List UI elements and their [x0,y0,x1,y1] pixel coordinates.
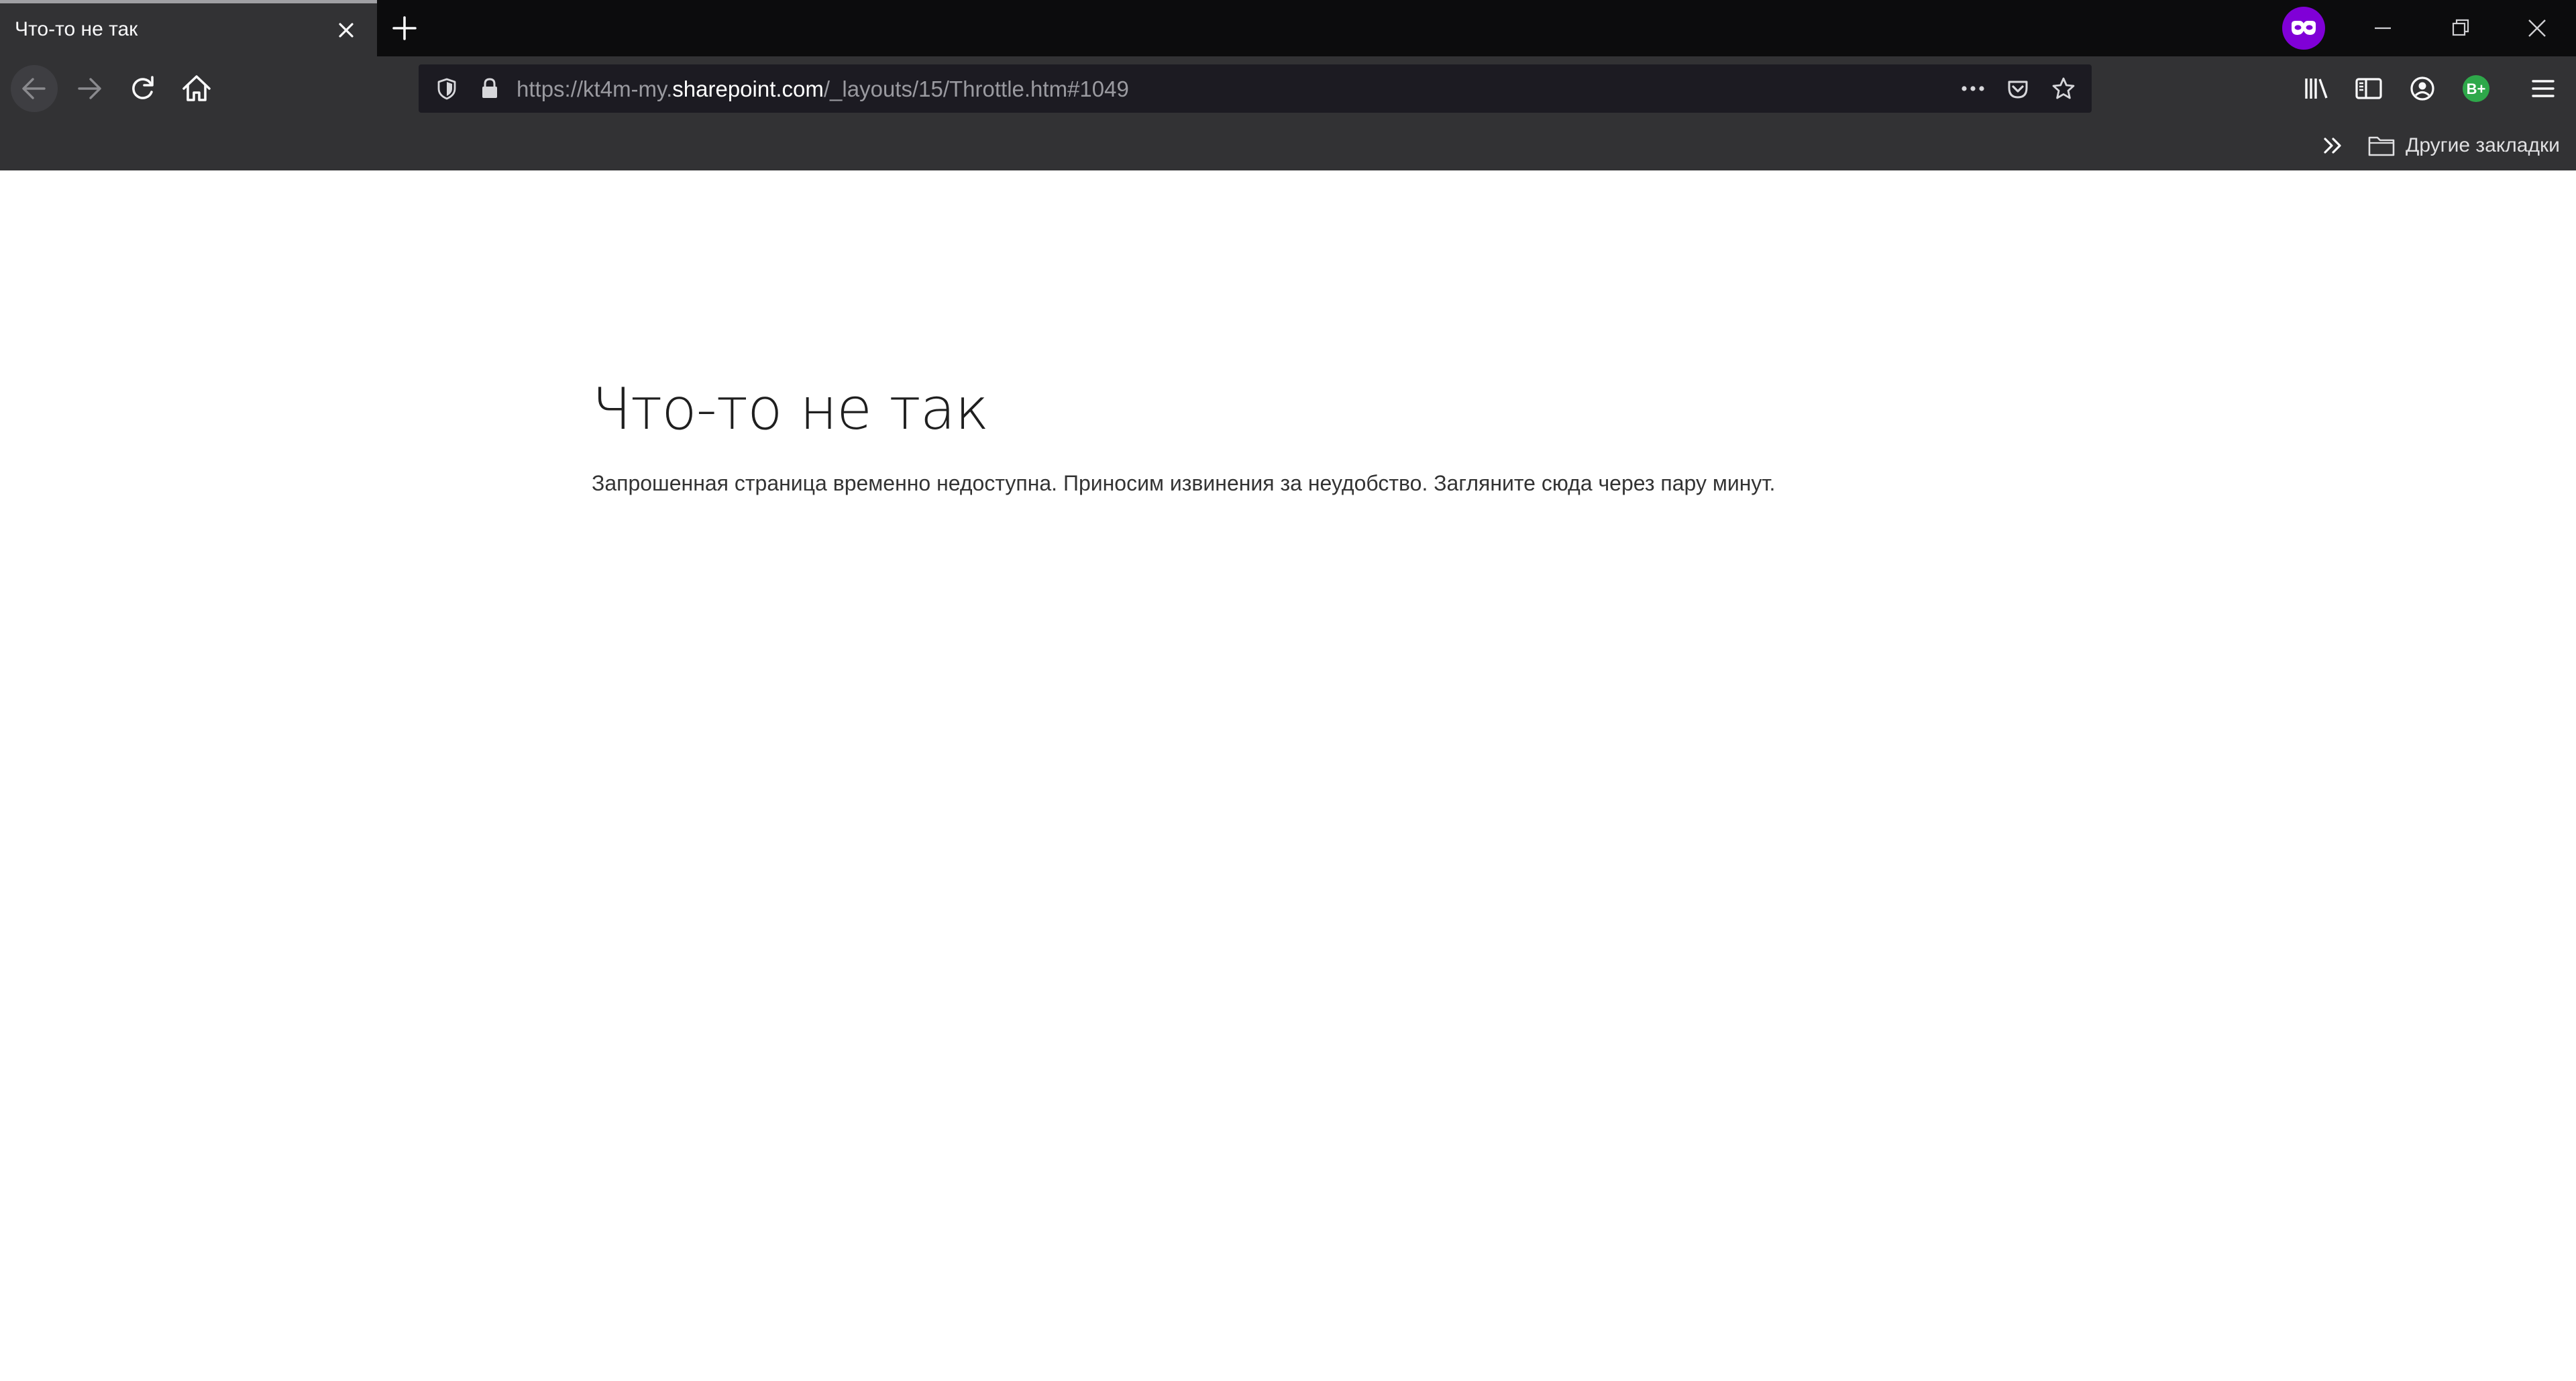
account-icon [2410,76,2434,101]
bookmarks-toolbar: Другие закладки [0,121,2576,170]
page-title: Что-то не так [592,376,989,443]
shield-icon [437,78,456,100]
library-icon [2305,79,2328,99]
arrow-left-icon [22,78,46,99]
plus-icon [392,16,417,40]
address-bar[interactable]: https://kt4m-my.sharepoint.com/_layouts/… [419,64,2092,113]
home-icon [182,75,211,101]
url-prefix: https://kt4m-my. [517,76,673,101]
bookmarks-overflow-button[interactable] [2318,131,2348,160]
extension-badge-icon: B+ [2463,75,2489,102]
chevron-double-right-icon [2324,138,2341,154]
tracking-protection-button[interactable] [432,74,462,103]
pocket-button[interactable] [2003,74,2033,103]
active-tab[interactable]: Что-то не так [0,0,377,56]
other-bookmarks-folder[interactable]: Другие закладки [2367,130,2560,161]
sidebar-button[interactable] [2345,65,2392,112]
sidebar-icon [2355,78,2382,99]
url-domain: sharepoint.com [672,76,824,101]
error-message: Запрошенная страница временно недоступна… [592,471,1776,495]
more-horizontal-icon [1962,86,1984,91]
private-mask-icon [2282,7,2325,50]
close-icon [2528,19,2546,37]
application-menu-button[interactable] [2520,65,2567,112]
home-button[interactable] [173,65,220,112]
new-tab-button[interactable] [388,13,421,43]
close-icon [339,23,354,38]
page-actions-button[interactable] [1956,74,1990,103]
restore-window-button[interactable] [2446,13,2475,43]
tab-close-button[interactable] [333,17,360,44]
extension-button[interactable]: B+ [2453,65,2500,112]
page-content: Что-то не так Запрошенная страница време… [0,170,2576,1381]
url-text[interactable]: https://kt4m-my.sharepoint.com/_layouts/… [517,76,1129,102]
folder-icon [2368,136,2395,156]
arrow-right-icon [78,78,101,99]
library-button[interactable] [2293,65,2340,112]
back-button[interactable] [11,65,58,112]
pocket-icon [2008,81,2028,99]
star-icon [2052,77,2075,99]
restore-icon [2452,19,2469,36]
extension-badge-text: B+ [2467,81,2486,97]
bookmark-star-button[interactable] [2049,74,2078,103]
lock-icon [482,78,497,98]
hamburger-menu-icon [2532,80,2555,97]
tab-strip: Что-то не так [0,0,2576,56]
minimize-icon [2375,27,2391,30]
navigation-toolbar: https://kt4m-my.sharepoint.com/_layouts/… [0,56,2576,121]
tab-title: Что-то не так [15,18,138,40]
close-window-button[interactable] [2522,13,2552,43]
url-path: /_layouts/15/Throttle.htm#1049 [823,76,1129,101]
account-button[interactable] [2399,65,2446,112]
reload-icon [132,76,154,99]
minimize-window-button[interactable] [2368,13,2398,43]
reload-button[interactable] [119,65,166,112]
other-bookmarks-label: Другие закладки [2406,134,2560,156]
site-identity-button[interactable] [475,74,504,103]
forward-button[interactable] [66,65,113,112]
